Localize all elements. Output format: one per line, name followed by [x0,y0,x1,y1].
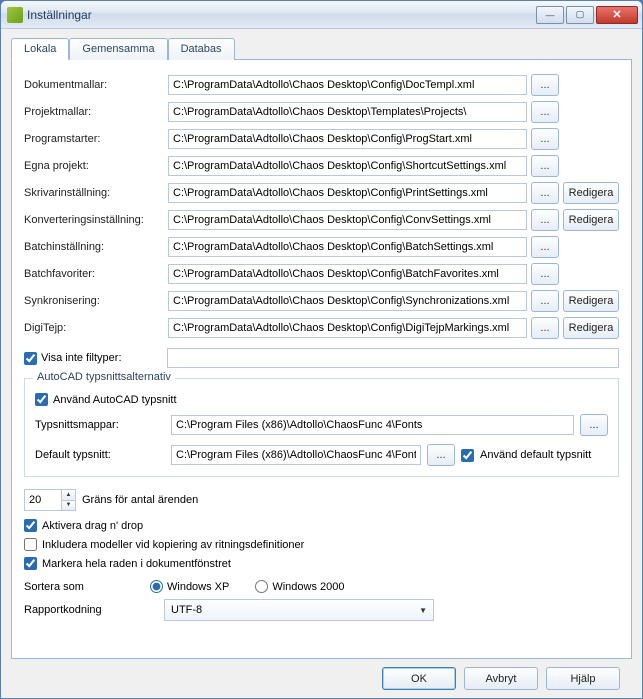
check-enable-dragdrop[interactable] [24,519,37,532]
label-doc-templates: Dokumentmallar: [24,79,164,91]
label-batch-favorites: Batchfavoriter: [24,268,164,280]
label-enable-dragdrop: Aktivera drag n' drop [42,520,143,532]
maximize-button[interactable]: ▢ [566,6,594,24]
label-own-projects: Egna projekt: [24,160,164,172]
ok-button[interactable]: OK [382,667,456,690]
browse-program-starter[interactable]: ... [531,128,559,150]
check-use-autocad-fonts[interactable] [35,393,48,406]
label-include-models: Inkludera modeller vid kopiering av ritn… [42,539,304,551]
label-mark-whole-row: Markera hela raden i dokumentfönstret [42,558,231,570]
label-digitejp: DigiTejp: [24,322,164,334]
browse-printer-settings[interactable]: ... [531,182,559,204]
dialog-footer: OK Avbryt Hjälp [11,659,632,690]
check-use-default-font[interactable] [461,449,474,462]
titlebar: Inställningar — ▢ ✕ [1,1,642,29]
spinner-down-icon[interactable]: ▼ [62,501,75,511]
input-printer-settings[interactable] [168,183,527,203]
label-windows-2000: Windows 2000 [272,581,344,593]
tab-common[interactable]: Gemensamma [69,38,167,60]
window-title: Inställningar [27,8,536,22]
label-report-encoding: Rapportkodning [24,604,154,616]
browse-synchronizing[interactable]: ... [531,290,559,312]
spinner-up-icon[interactable]: ▲ [62,490,75,501]
label-convert-settings: Konverteringsinställning: [24,214,164,226]
edit-synchronizing[interactable]: Redigera [563,290,619,312]
browse-batch-settings[interactable]: ... [531,236,559,258]
label-project-templates: Projektmallar: [24,106,164,118]
combo-report-encoding[interactable]: UTF-8 ▼ [164,599,434,621]
client-area: Lokala Gemensamma Databas Dokumentmallar… [1,29,642,698]
check-show-not-filetypes[interactable] [24,352,37,365]
input-batch-favorites[interactable] [168,264,527,284]
input-project-templates[interactable] [168,102,527,122]
case-limit-spinner[interactable]: ▲ ▼ [24,489,76,511]
label-windows-xp: Windows XP [167,581,229,593]
edit-digitejp[interactable]: Redigera [563,317,619,339]
minimize-button[interactable]: — [536,6,564,24]
browse-doc-templates[interactable]: ... [531,74,559,96]
input-filetypes-filter[interactable] [167,348,619,368]
label-batch-settings: Batchinställning: [24,241,164,253]
label-show-not-filetypes: Visa inte filtyper: [41,352,163,364]
chevron-down-icon: ▼ [419,606,427,615]
radio-windows-2000[interactable] [255,580,268,593]
help-button[interactable]: Hjälp [546,667,620,690]
combo-report-encoding-value: UTF-8 [171,604,202,616]
autocad-fieldset: AutoCAD typsnittsalternativ Använd AutoC… [24,378,619,477]
input-font-folders[interactable] [171,415,574,435]
tab-database[interactable]: Databas [168,38,235,60]
label-synchronizing: Synkronisering: [24,295,164,307]
tab-panel-local: Dokumentmallar: ... Projektmallar: ... P… [11,59,632,659]
label-printer-settings: Skrivarinställning: [24,187,164,199]
input-own-projects[interactable] [168,156,527,176]
input-default-font[interactable] [171,445,421,465]
close-button[interactable]: ✕ [596,6,638,24]
autocad-legend: AutoCAD typsnittsalternativ [33,371,175,383]
label-use-autocad-fonts: Använd AutoCAD typsnitt [53,394,177,406]
label-default-font: Default typsnitt: [35,449,165,461]
settings-window: Inställningar — ▢ ✕ Lokala Gemensamma Da… [0,0,643,699]
browse-font-folders[interactable]: ... [580,414,608,436]
window-buttons: — ▢ ✕ [536,6,638,24]
radio-windows-xp[interactable] [150,580,163,593]
label-sort-as: Sortera som [24,581,124,593]
check-include-models[interactable] [24,538,37,551]
tab-local[interactable]: Lokala [11,38,69,60]
edit-convert-settings[interactable]: Redigera [563,209,619,231]
input-digitejp[interactable] [168,318,527,338]
input-synchronizing[interactable] [168,291,527,311]
input-convert-settings[interactable] [168,210,527,230]
browse-digitejp[interactable]: ... [531,317,559,339]
label-font-folders: Typsnittsmappar: [35,419,165,431]
input-doc-templates[interactable] [168,75,527,95]
input-batch-settings[interactable] [168,237,527,257]
label-use-default-font: Använd default typsnitt [480,449,591,461]
edit-printer-settings[interactable]: Redigera [563,182,619,204]
browse-default-font[interactable]: ... [427,444,455,466]
label-case-limit: Gräns för antal ärenden [82,494,198,506]
app-icon [7,7,23,23]
browse-project-templates[interactable]: ... [531,101,559,123]
input-case-limit[interactable] [25,490,61,510]
check-mark-whole-row[interactable] [24,557,37,570]
cancel-button[interactable]: Avbryt [464,667,538,690]
label-program-starter: Programstarter: [24,133,164,145]
input-program-starter[interactable] [168,129,527,149]
browse-own-projects[interactable]: ... [531,155,559,177]
browse-batch-favorites[interactable]: ... [531,263,559,285]
tab-strip: Lokala Gemensamma Databas [11,37,632,59]
browse-convert-settings[interactable]: ... [531,209,559,231]
